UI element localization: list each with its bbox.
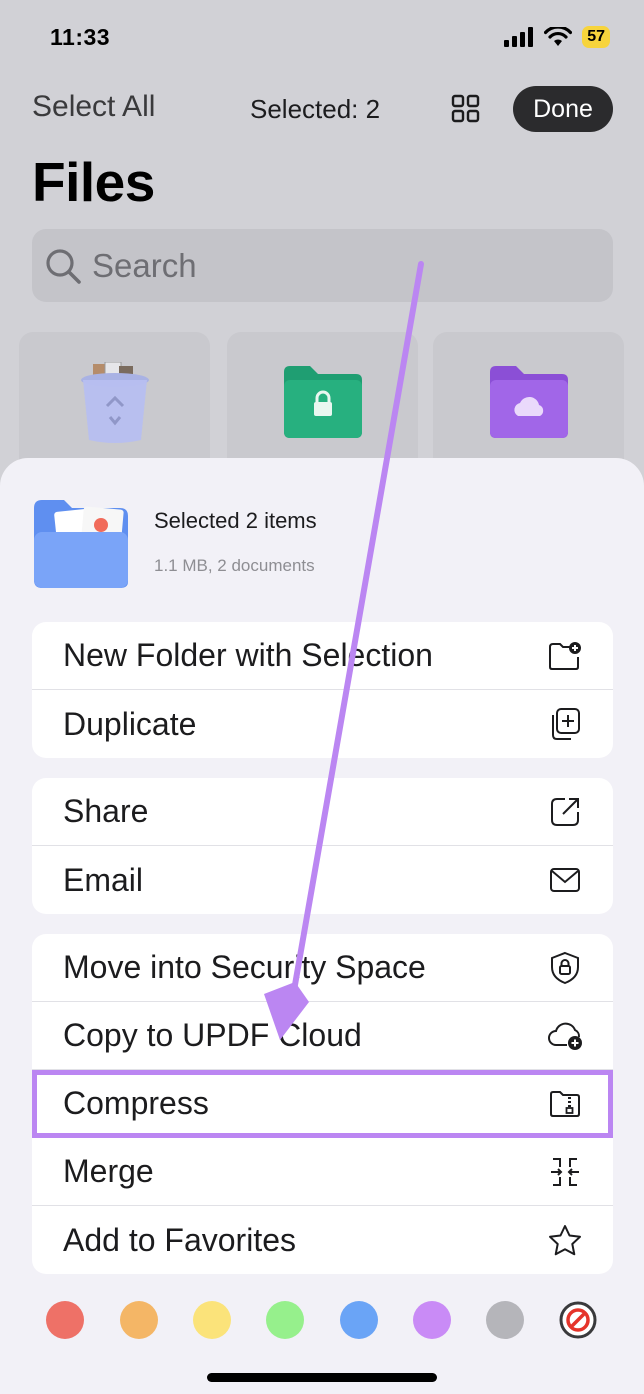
mail-icon <box>547 862 583 898</box>
color-tag-blue[interactable] <box>340 1301 378 1339</box>
color-tag-row <box>0 1298 644 1342</box>
compress-icon <box>547 1086 583 1122</box>
duplicate-item[interactable]: Duplicate <box>32 690 613 758</box>
compress-item[interactable]: Compress <box>32 1070 613 1138</box>
selected-count: Selected: 2 <box>250 94 381 124</box>
new-folder-icon <box>547 638 583 674</box>
color-tag-gray[interactable] <box>486 1301 524 1339</box>
action-sheet: Selected 2 items 1.1 MB, 2 documents New… <box>0 458 644 1394</box>
grid-view-icon[interactable] <box>451 94 481 124</box>
search-icon <box>46 248 81 284</box>
status-bar: 11:33 57 <box>0 0 644 80</box>
status-icons: 57 <box>504 26 610 48</box>
selection-title: Selected 2 items <box>154 508 317 533</box>
signal-icon <box>504 27 534 47</box>
page-title: Files <box>32 151 155 213</box>
email-item[interactable]: Email <box>32 846 613 914</box>
no-color-tag[interactable] <box>559 1301 597 1339</box>
status-time: 11:33 <box>50 24 111 50</box>
menu-item-label: Add to Favorites <box>63 1221 296 1258</box>
no-color-icon <box>559 1301 597 1339</box>
menu-item-label: Duplicate <box>63 705 197 742</box>
cloud-add-icon <box>547 1018 583 1054</box>
trash-icon <box>80 362 149 443</box>
search-input[interactable]: Search <box>32 229 613 302</box>
cloud-folder-icon <box>489 366 568 438</box>
action-group-share: Share Email <box>32 778 613 914</box>
menu-item-label: New Folder with Selection <box>63 637 433 673</box>
selection-subtitle: 1.1 MB, 2 documents <box>154 556 315 575</box>
color-tag-purple[interactable] <box>413 1301 451 1339</box>
add-to-favorites-item[interactable]: Add to Favorites <box>32 1206 613 1274</box>
wifi-icon <box>544 27 573 46</box>
duplicate-icon <box>547 706 583 742</box>
selection-summary: Selected 2 items 1.1 MB, 2 documents <box>32 498 592 593</box>
lock-folder-icon <box>283 366 362 438</box>
color-tag-orange[interactable] <box>120 1301 158 1339</box>
home-indicator <box>207 1373 437 1382</box>
star-icon <box>547 1222 583 1258</box>
share-item[interactable]: Share <box>32 778 613 846</box>
search-placeholder: Search <box>92 246 197 284</box>
color-tag-green[interactable] <box>266 1301 304 1339</box>
menu-item-label: Email <box>63 861 144 898</box>
battery-indicator: 57 <box>582 26 610 48</box>
copy-to-updf-cloud-item[interactable]: Copy to UPDF Cloud <box>32 1002 613 1070</box>
top-bar: Select All Selected: 2 Done <box>0 84 644 134</box>
merge-icon <box>547 1154 583 1190</box>
shield-lock-icon <box>547 950 583 986</box>
menu-item-label: Share <box>63 793 149 829</box>
action-group-manage: Move into Security Space Copy to UPDF Cl… <box>32 934 613 1274</box>
share-icon <box>547 794 583 830</box>
menu-item-label: Compress <box>63 1085 209 1121</box>
color-tag-yellow[interactable] <box>193 1301 231 1339</box>
selection-folder-icon <box>34 500 128 588</box>
merge-item[interactable]: Merge <box>32 1138 613 1206</box>
done-button[interactable]: Done <box>513 86 613 132</box>
menu-item-label: Merge <box>63 1153 154 1189</box>
move-into-security-space-item[interactable]: Move into Security Space <box>32 934 613 1002</box>
menu-item-label: Copy to UPDF Cloud <box>63 1017 362 1053</box>
select-all-button[interactable]: Select All <box>32 90 155 124</box>
menu-item-label: Move into Security Space <box>63 949 426 985</box>
action-group-create: New Folder with Selection Duplicate <box>32 622 613 758</box>
new-folder-with-selection-item[interactable]: New Folder with Selection <box>32 622 613 690</box>
color-tag-red[interactable] <box>46 1301 84 1339</box>
